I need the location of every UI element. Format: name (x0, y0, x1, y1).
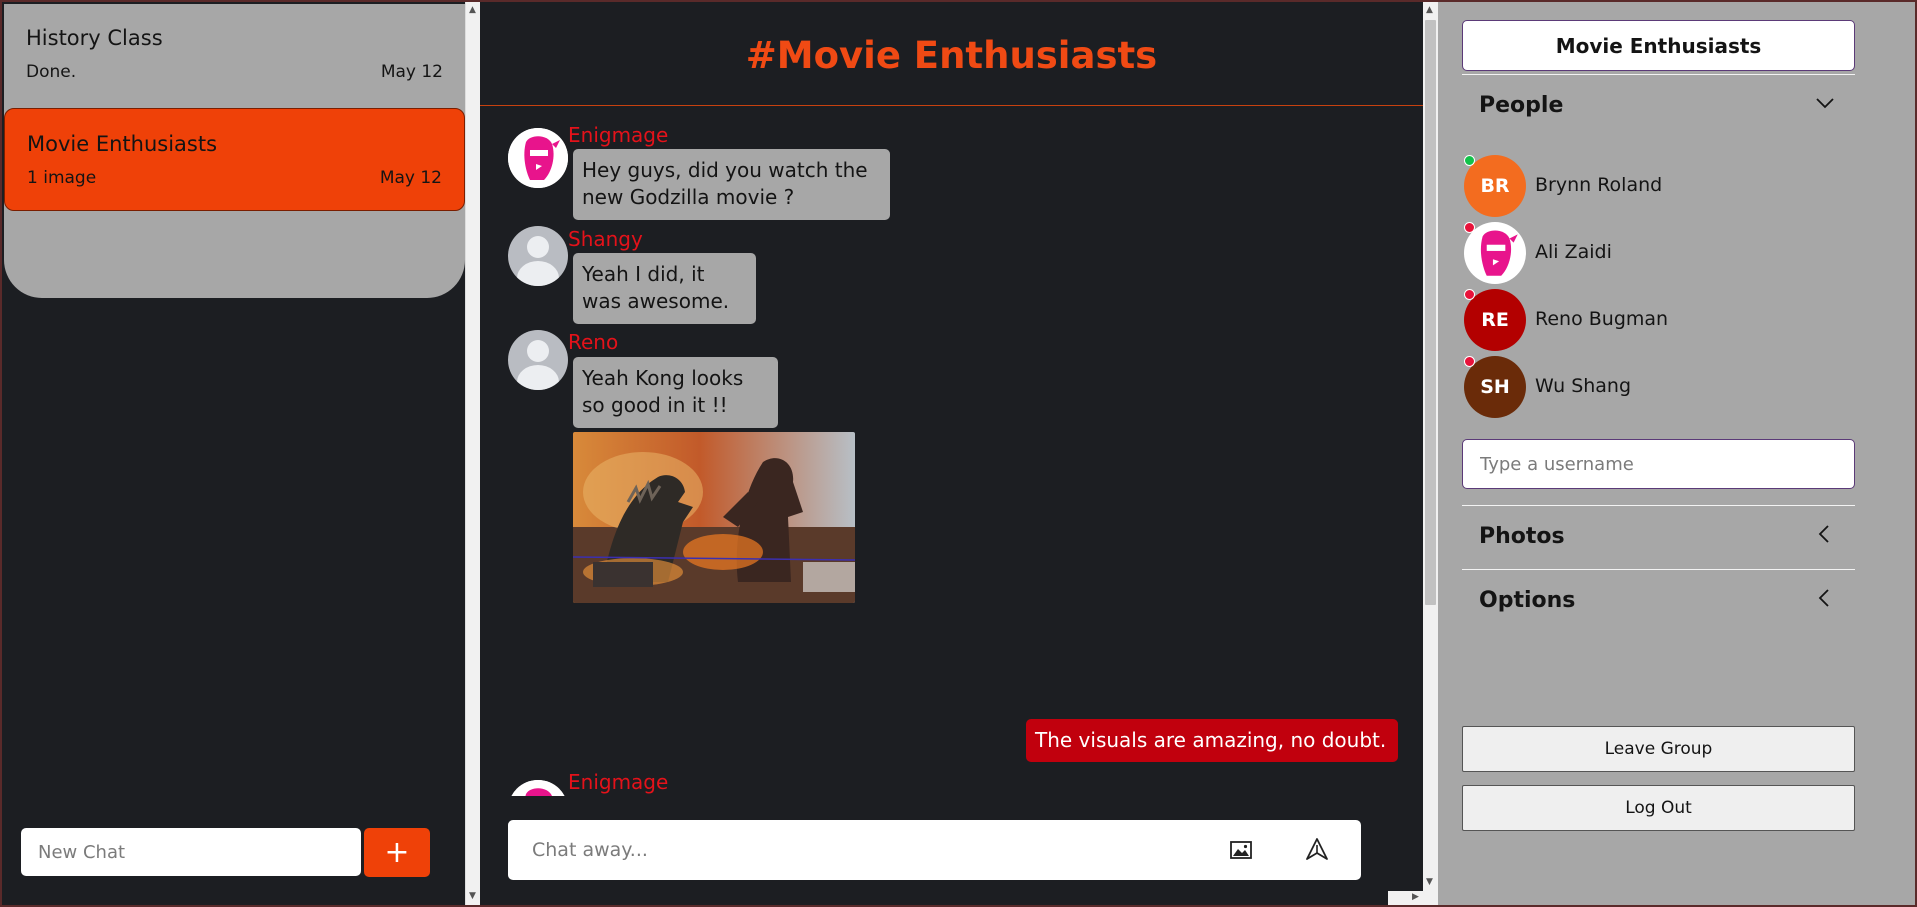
person-row[interactable]: RE Reno Bugman (1464, 289, 1854, 351)
chat-list: History Class Done. May 12 Movie Enthusi… (4, 4, 465, 298)
message-bubble: Yeah I did, it was awesome. (573, 253, 756, 324)
person-name: Wu Shang (1535, 375, 1632, 397)
message-text-line: new Godzilla movie ? (582, 185, 795, 209)
person-row[interactable]: Ali Zaidi (1464, 222, 1854, 284)
photos-section-header[interactable]: Photos (1462, 505, 1855, 565)
send-icon (1306, 838, 1328, 860)
message-text: The visuals are amazing, no doubt. (1035, 728, 1387, 752)
person-row[interactable]: SH Wu Shang (1464, 356, 1854, 418)
options-section-header[interactable]: Options (1462, 569, 1855, 629)
default-user-body (517, 365, 559, 390)
offline-status-dot (1464, 356, 1475, 367)
people-section-header[interactable]: People (1462, 74, 1855, 134)
scrollbar-thumb[interactable] (1425, 20, 1436, 605)
message-author[interactable]: Enigmage (568, 770, 668, 794)
chat-item-title: Movie Enthusiasts (27, 132, 218, 156)
chat-input[interactable] (532, 834, 1132, 866)
avatar[interactable] (508, 128, 568, 188)
message-text-line: Yeah I did, it (582, 262, 705, 286)
new-chat-input[interactable] (21, 828, 361, 876)
godzilla-vs-kong-image (573, 432, 855, 603)
leave-group-button[interactable]: Leave Group (1462, 726, 1855, 772)
message-bubble: Yeah Kong looks so good in it !! (573, 357, 778, 428)
conversation-scrollbar[interactable]: ▲ ▼ (1423, 2, 1438, 905)
chat-list-panel: History Class Done. May 12 Movie Enthusi… (2, 2, 480, 905)
chat-item-date: May 12 (380, 62, 443, 82)
person-name: Brynn Roland (1535, 174, 1663, 196)
scroll-down-icon[interactable]: ▼ (1426, 878, 1433, 887)
message-text-line: so good in it !! (582, 393, 728, 417)
image-upload-button[interactable] (1228, 838, 1254, 862)
avatar[interactable] (508, 780, 568, 796)
message-text-line: was awesome. (582, 289, 730, 313)
send-button[interactable] (1304, 836, 1330, 862)
group-details-panel: Movie Enthusiasts People BR Brynn Roland… (1438, 2, 1915, 905)
scroll-up-icon[interactable]: ▲ (1426, 6, 1433, 15)
horizontal-scrollbar[interactable]: ▶ (1388, 891, 1438, 905)
offline-status-dot (1464, 222, 1475, 233)
ninja-avatar-icon (508, 128, 568, 188)
avatar-initials: SH (1480, 376, 1510, 398)
message-text-line: Hey guys, did you watch the (582, 158, 868, 182)
person-name: Reno Bugman (1535, 308, 1669, 330)
add-username-input[interactable] (1462, 439, 1855, 489)
message-author[interactable]: Reno (568, 330, 618, 354)
chat-item-preview: 1 image (27, 168, 97, 188)
message-bubble: Hey guys, did you watch the new Godzilla… (573, 149, 890, 220)
chat-input-bar (508, 820, 1361, 880)
chevron-left-icon (1818, 525, 1829, 543)
message-image-attachment[interactable] (573, 432, 855, 603)
default-user-icon (527, 340, 549, 362)
chat-item-history-class[interactable]: History Class Done. May 12 (4, 4, 465, 107)
section-label: People (1479, 93, 1564, 118)
chat-item-movie-enthusiasts[interactable]: Movie Enthusiasts 1 image May 12 (4, 108, 465, 211)
message-author[interactable]: Enigmage (568, 123, 668, 147)
add-chat-button[interactable]: + (364, 828, 430, 877)
logout-button[interactable]: Log Out (1462, 785, 1855, 831)
message-author[interactable]: Shangy (568, 227, 643, 251)
chevron-left-icon (1818, 589, 1829, 607)
avatar[interactable] (508, 330, 568, 390)
plus-icon: + (384, 834, 410, 870)
avatar[interactable] (508, 226, 568, 286)
my-message-bubble: The visuals are amazing, no doubt. (1026, 719, 1398, 762)
scroll-up-icon[interactable]: ▲ (469, 6, 476, 15)
group-name[interactable]: Movie Enthusiasts (1462, 20, 1855, 71)
section-label: Photos (1479, 524, 1565, 549)
chevron-down-icon (1816, 98, 1834, 109)
person-row[interactable]: BR Brynn Roland (1464, 155, 1854, 217)
header-divider (480, 105, 1423, 106)
person-name: Ali Zaidi (1535, 241, 1612, 263)
offline-status-dot (1464, 289, 1475, 300)
scroll-right-icon[interactable]: ▶ (1412, 893, 1419, 902)
image-icon (1230, 841, 1252, 859)
avatar-initials: RE (1481, 309, 1509, 331)
online-status-dot (1464, 155, 1475, 166)
avatar-image (508, 780, 568, 796)
chat-item-preview: Done. (26, 62, 77, 82)
chat-item-date: May 12 (379, 168, 442, 188)
ninja-avatar-icon (508, 780, 568, 796)
chat-item-title: History Class (26, 26, 163, 50)
avatar-initials: BR (1480, 175, 1510, 197)
default-user-icon (527, 236, 549, 258)
channel-title: #Movie Enthusiasts (745, 34, 1158, 77)
chat-list-scrollbar[interactable]: ▲ ▼ (465, 2, 480, 905)
section-label: Options (1479, 588, 1576, 613)
message-text-line: Yeah Kong looks (582, 366, 744, 390)
default-user-body (517, 261, 559, 286)
scroll-down-icon[interactable]: ▼ (469, 892, 476, 901)
